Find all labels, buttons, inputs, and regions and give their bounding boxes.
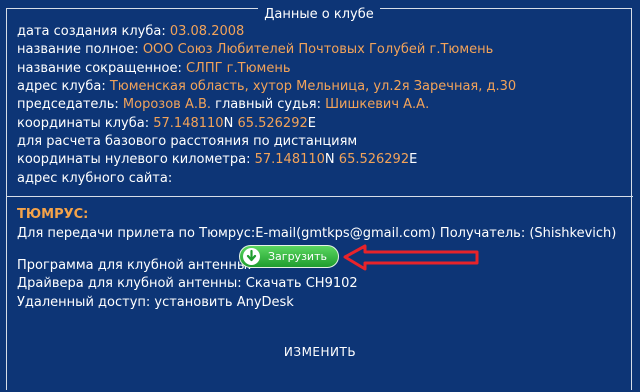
tiumrus-heading: ТЮМРУС: bbox=[17, 207, 89, 222]
remote-access-text: Удаленный доступ: установить AnyDesk bbox=[17, 295, 294, 310]
tiumrus-transfer-text: Для передачи прилета по Тюмрус:E-mail(gm… bbox=[17, 226, 617, 241]
zero-lat: 57.148110 bbox=[254, 152, 325, 167]
edit-button[interactable]: ИЗМЕНИТЬ bbox=[0, 345, 640, 359]
coords-row: координаты клуба: 57.148110N 65.526292E bbox=[17, 115, 316, 133]
antenna-program-label: Программа для клубной антенны: bbox=[17, 258, 252, 273]
download-arrow-icon bbox=[243, 248, 260, 265]
red-arrow-icon bbox=[343, 244, 479, 271]
section-divider bbox=[7, 196, 633, 197]
drivers-text: Драйвера для клубной антенны: Скачать CH… bbox=[17, 276, 358, 291]
full-name-label: название полное: bbox=[17, 42, 139, 57]
short-name-row: название сокращенное: СЛПГ г.Тюмень bbox=[17, 60, 291, 78]
chairman-row: председатель: Морозов А.В. главный судья… bbox=[17, 96, 429, 114]
full-name-value: ООО Союз Любителей Почтовых Голубей г.Тю… bbox=[142, 42, 494, 57]
address-label: адрес клуба: bbox=[17, 79, 106, 94]
created-label: дата создания клуба: bbox=[17, 24, 166, 39]
calc-note: для расчета базового расстояния по диста… bbox=[17, 134, 358, 149]
zero-km-row: координаты нулевого километра: 57.148110… bbox=[17, 151, 417, 169]
chairman-label: председатель: bbox=[17, 97, 119, 112]
coords-lon-suffix: E bbox=[307, 116, 316, 131]
chairman-value: Морозов А.В. bbox=[122, 97, 212, 112]
created-value: 03.08.2008 bbox=[169, 24, 245, 39]
judge-label: главный судья: bbox=[215, 97, 321, 112]
download-button-label: Загрузить bbox=[268, 250, 327, 263]
coords-label: координаты клуба: bbox=[17, 116, 150, 131]
created-row: дата создания клуба: 03.08.2008 bbox=[17, 23, 244, 41]
short-name-value: СЛПГ г.Тюмень bbox=[185, 61, 291, 76]
download-button[interactable]: Загрузить bbox=[239, 245, 339, 268]
judge-value: Шишкевич А.А. bbox=[325, 97, 430, 112]
zero-lat-suffix: N bbox=[324, 152, 335, 167]
coords-lat: 57.148110 bbox=[153, 116, 224, 131]
site-label: адрес клубного сайта: bbox=[17, 171, 173, 186]
full-name-row: название полное: ООО Союз Любителей Почт… bbox=[17, 41, 493, 59]
address-value: Тюменская область, хутор Мельница, ул.2я… bbox=[109, 79, 517, 94]
address-row: адрес клуба: Тюменская область, хутор Ме… bbox=[17, 78, 516, 96]
fieldset-legend: Данные о клубе bbox=[7, 7, 631, 22]
coords-lat-suffix: N bbox=[223, 116, 234, 131]
short-name-label: название сокращенное: bbox=[17, 61, 182, 76]
zero-lon-suffix: E bbox=[409, 152, 418, 167]
zero-km-label: координаты нулевого километра: bbox=[17, 152, 251, 167]
zero-lon: 65.526292 bbox=[338, 152, 410, 167]
coords-lon: 65.526292 bbox=[237, 116, 308, 131]
